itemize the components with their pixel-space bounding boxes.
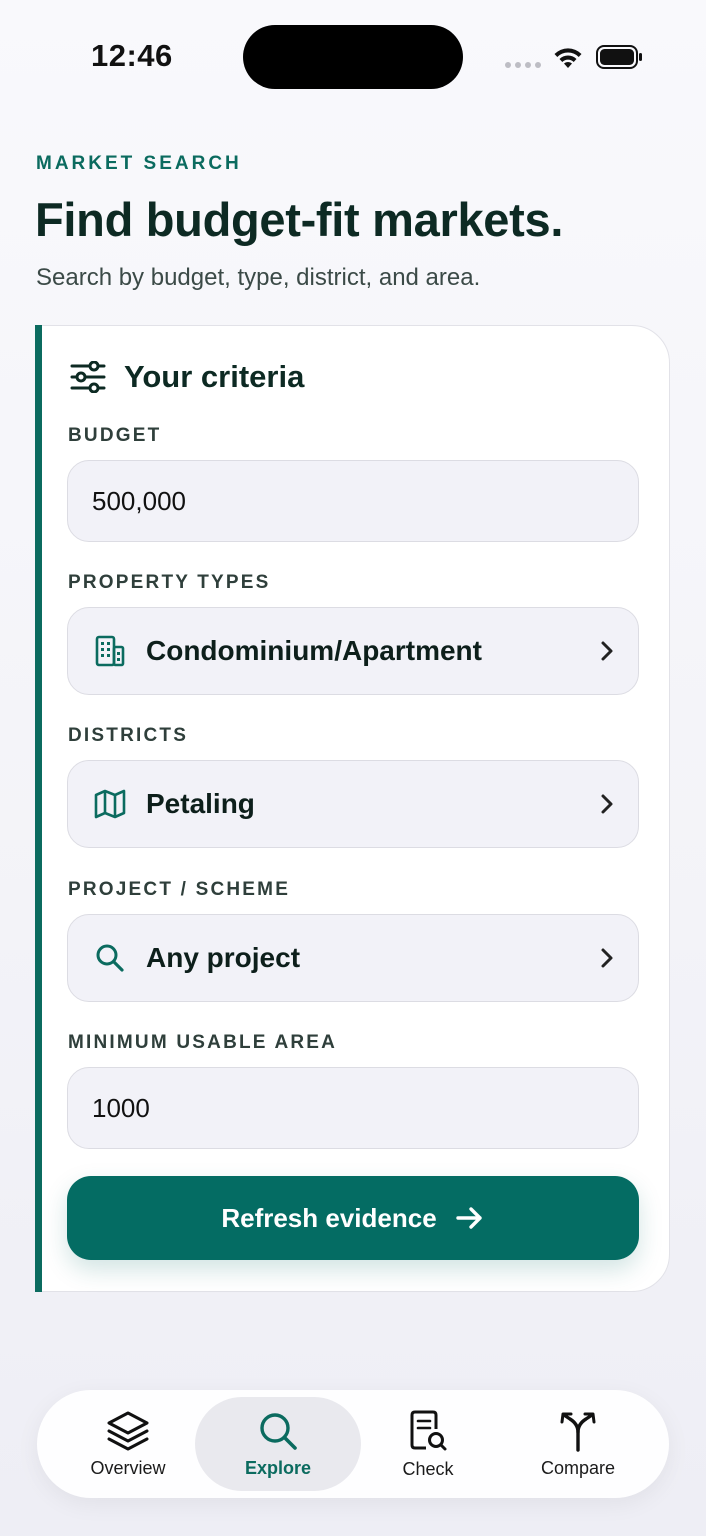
status-time: 12:46 [91,38,173,73]
project-value: Any project [146,942,301,973]
districts-label: DISTRICTS [68,725,189,746]
tab-explore[interactable]: Explore [195,1390,361,1498]
criteria-header: Your criteria [70,359,304,395]
refresh-evidence-label: Refresh evidence [221,1202,437,1233]
arrow-right-icon [455,1207,482,1229]
signal-icon [505,62,541,68]
tab-explore-label: Explore [244,1457,312,1478]
tab-overview-label: Overview [90,1457,166,1478]
chevron-right-icon [601,948,613,968]
budget-input[interactable] [68,461,638,541]
project-label: PROJECT / SCHEME [68,879,291,900]
property-types-value: Condominium/Apartment [146,635,482,666]
districts-select[interactable]: Petaling [67,760,639,848]
min-area-label: MINIMUM USABLE AREA [68,1032,338,1053]
wifi-icon [554,48,582,68]
document-search-icon [410,1410,447,1450]
tab-check-label: Check [402,1458,454,1479]
criteria-title: Your criteria [124,359,305,394]
chevron-right-icon [601,641,613,661]
property-types-select[interactable]: Condominium/Apartment [67,607,639,695]
property-types-label: PROPERTY TYPES [68,572,271,593]
sliders-icon [70,361,106,393]
refresh-evidence-button[interactable]: Refresh evidence [67,1176,639,1260]
page-subtitle: Search by budget, type, district, and ar… [36,264,481,291]
card-accent-bar [35,325,42,1292]
chevron-right-icon [601,794,613,814]
tab-overview[interactable]: Overview [67,1390,189,1498]
districts-value: Petaling [146,788,255,819]
project-select[interactable]: Any project [67,914,639,1002]
section-eyebrow: MARKET SEARCH [36,153,242,174]
tab-compare-label: Compare [540,1457,616,1478]
map-icon [94,788,126,820]
min-area-input[interactable] [68,1068,638,1148]
dynamic-island [243,25,463,89]
budget-label: BUDGET [68,425,162,446]
building-icon [94,635,126,667]
tab-bar: Overview Explore Check Compare [37,1390,669,1498]
screen: 12:46 MARKET SEARCH Find budget-fit mark… [0,0,706,1536]
stack-icon [107,1411,149,1450]
battery-icon [596,45,642,69]
page-title: Find budget-fit markets. [35,193,564,246]
budget-field[interactable] [67,460,639,542]
search-icon [260,1412,297,1450]
fork-icon [560,1412,596,1452]
tab-compare[interactable]: Compare [517,1390,639,1498]
min-area-field[interactable] [67,1067,639,1149]
tab-check[interactable]: Check [367,1390,489,1498]
search-icon [94,942,126,974]
